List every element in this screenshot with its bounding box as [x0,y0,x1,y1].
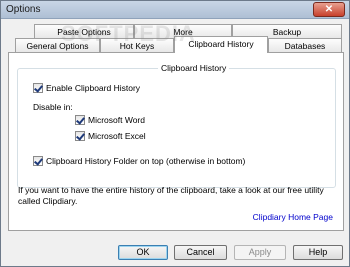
clipdiary-note: If you want to have the entire history o… [18,185,324,206]
microsoft-excel-label: Microsoft Excel [88,131,146,141]
tab-label: Clipboard History [188,39,254,49]
tab-label: Hot Keys [119,41,155,51]
tab-label: Databases [284,41,326,51]
microsoft-word-checkbox[interactable] [75,115,85,125]
help-button[interactable]: Help [293,245,343,260]
ok-button[interactable]: OK [118,245,168,260]
tab-label: Backup [272,27,302,37]
tab-databases[interactable]: Databases [268,38,342,53]
tab-paste-options[interactable]: Paste Options [34,24,134,39]
enable-clipboard-history-checkbox[interactable] [33,83,43,93]
options-dialog: Options ✕ SOFTPEDIA Paste Options More B… [0,0,350,267]
folder-on-top-checkbox[interactable] [33,156,43,166]
cancel-button[interactable]: Cancel [174,245,227,260]
microsoft-word-row[interactable]: Microsoft Word [75,115,145,125]
tab-general-options[interactable]: General Options [15,38,100,53]
tab-label: Paste Options [57,27,111,37]
tab-label: General Options [26,41,89,51]
group-title: Clipboard History [158,63,230,73]
tab-clipboard-history[interactable]: Clipboard History [174,36,268,53]
clipdiary-home-page-link[interactable]: Clipdiary Home Page [253,212,333,222]
disable-in-row: Disable in: [33,102,73,112]
folder-on-top-row[interactable]: Clipboard History Folder on top (otherwi… [33,156,245,166]
tab-panel: Clipboard History Enable Clipboard Histo… [8,52,344,231]
apply-button[interactable]: Apply [234,245,286,260]
enable-clipboard-history-label: Enable Clipboard History [46,83,141,93]
microsoft-excel-checkbox[interactable] [75,131,85,141]
microsoft-word-label: Microsoft Word [88,115,145,125]
clipboard-history-group: Clipboard History Enable Clipboard Histo… [17,63,336,188]
disable-in-label: Disable in: [33,102,73,112]
close-button[interactable]: ✕ [313,2,345,17]
enable-clipboard-history-row[interactable]: Enable Clipboard History [33,83,140,93]
close-icon: ✕ [324,4,334,15]
window-title: Options [6,4,41,15]
title-bar[interactable]: Options ✕ [1,1,349,19]
tab-hot-keys[interactable]: Hot Keys [100,38,174,53]
microsoft-excel-row[interactable]: Microsoft Excel [75,131,146,141]
folder-on-top-label: Clipboard History Folder on top (otherwi… [46,156,246,166]
